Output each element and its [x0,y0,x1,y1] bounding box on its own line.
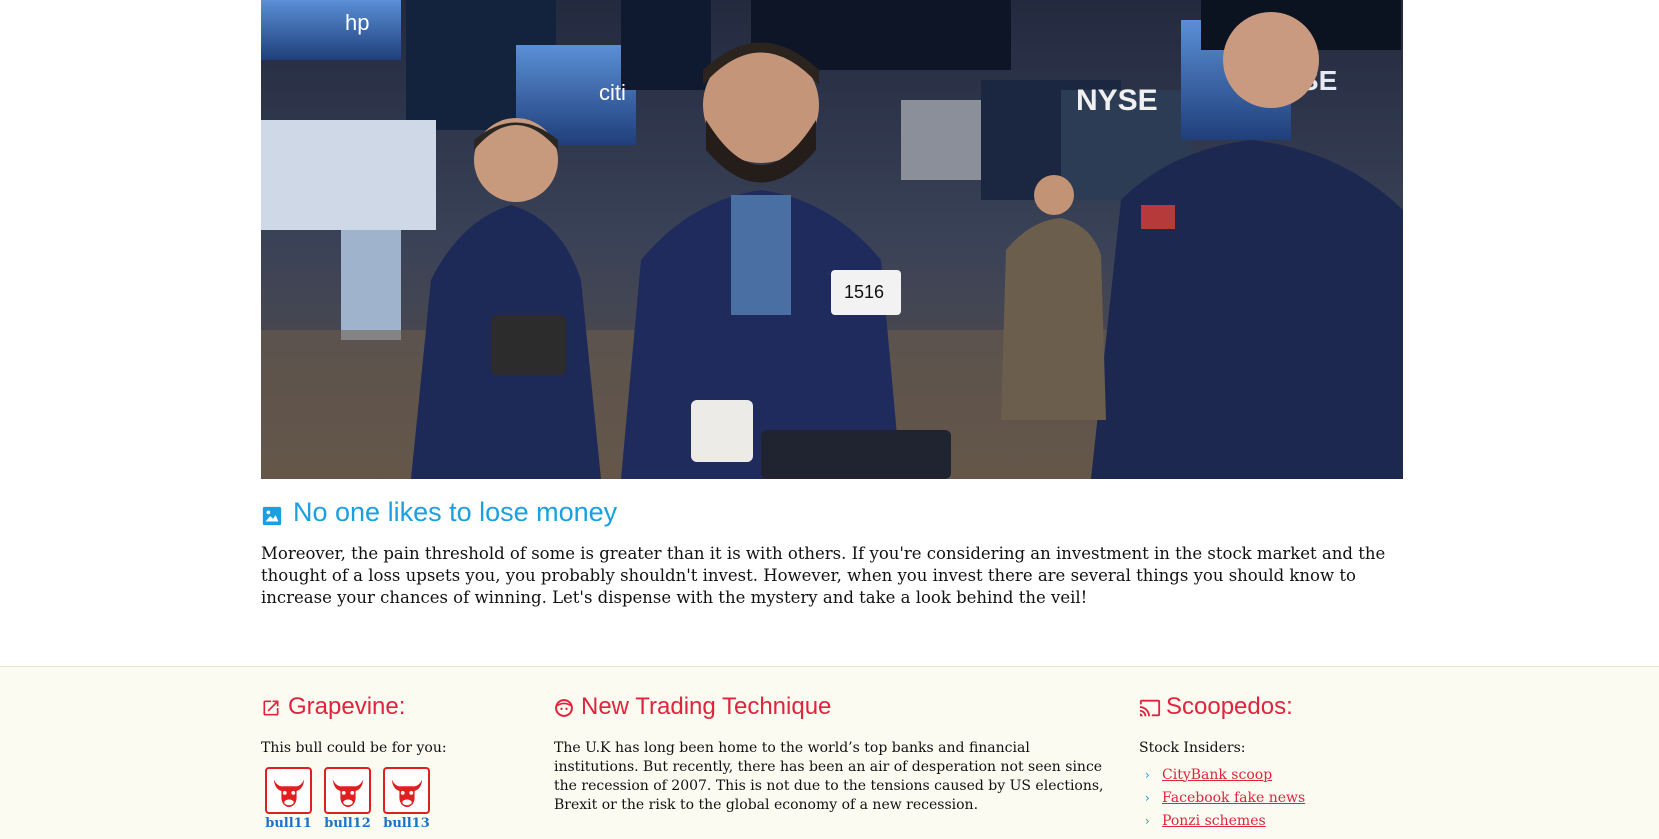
article: No one likes to lose money Moreover, the… [261,495,1403,609]
scoop-link[interactable]: Facebook fake news [1162,790,1305,806]
trading-floor-photo: hp citi NYSE NYSE 1516 [261,0,1403,479]
technique-text: The U.K has long been home to the world’… [554,740,1104,813]
chevron-right-icon: › [1145,790,1150,805]
svg-text:NYSE: NYSE [1076,84,1158,117]
grapevine-title-row: Grapevine: [261,693,405,721]
chevron-right-icon: › [1145,813,1150,828]
scoopedos-title: Scoopedos: [1166,693,1293,720]
technique-title-row: New Trading Technique [554,693,831,721]
scoopedos-text: Stock Insiders: [1139,740,1246,756]
scoopedos-title-row: Scoopedos: [1139,693,1293,721]
bull-icon[interactable] [383,767,430,814]
bull-list: bull11 bull12 bull13 [265,767,430,831]
svg-text:citi: citi [599,80,626,105]
scoop-link[interactable]: CityBank scoop [1162,767,1272,783]
bull-item[interactable]: bull12 [324,767,371,831]
bull-icon[interactable] [265,767,312,814]
scoop-link[interactable]: Ponzi schemes [1162,813,1266,829]
footer: Grapevine: This bull could be for you: b… [0,666,1659,839]
bull-icon[interactable] [324,767,371,814]
cast-icon [1139,697,1161,717]
article-title: No one likes to lose money [293,497,618,527]
grapevine-title: Grapevine: [288,693,406,720]
image-icon [261,501,283,526]
list-item: › CityBank scoop [1145,763,1305,786]
bull-item[interactable]: bull11 [265,767,312,831]
external-link-icon [261,697,281,717]
scoop-links: › CityBank scoop › Facebook fake news › … [1145,763,1305,832]
face-icon [554,697,574,717]
svg-text:hp: hp [345,10,369,35]
list-item: › Facebook fake news [1145,786,1305,809]
technique-title: New Trading Technique [581,693,832,720]
bull-label[interactable]: bull12 [324,816,371,831]
article-title-row: No one likes to lose money [261,495,1403,529]
hero-image: hp citi NYSE NYSE 1516 [261,0,1403,479]
bull-label[interactable]: bull13 [383,816,430,831]
svg-text:1516: 1516 [844,282,884,302]
list-item: › Ponzi schemes [1145,809,1305,832]
article-body: Moreover, the pain threshold of some is … [261,544,1386,607]
bull-item[interactable]: bull13 [383,767,430,831]
grapevine-text: This bull could be for you: [261,740,447,756]
bull-label[interactable]: bull11 [265,816,312,831]
chevron-right-icon: › [1145,767,1150,782]
